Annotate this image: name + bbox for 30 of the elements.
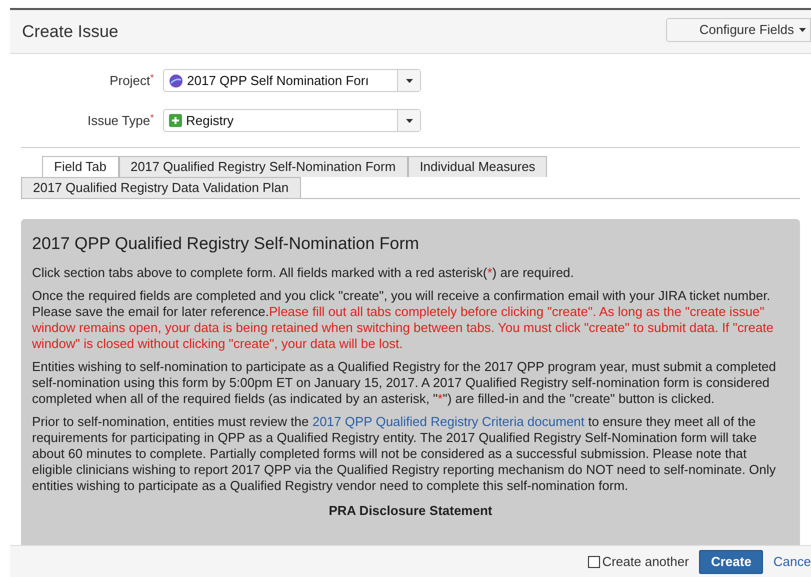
checkbox[interactable] <box>588 556 600 568</box>
tab[interactable]: Individual Measures <box>408 156 548 177</box>
globe-icon <box>169 74 183 88</box>
checkbox-label: Create another <box>602 552 689 571</box>
criteria-link[interactable]: 2017 QPP Qualified Registry Criteria document <box>312 414 585 428</box>
cancel-link[interactable]: Cance <box>773 552 811 572</box>
field-label: Issue Type <box>87 112 150 128</box>
caret-icon <box>406 78 412 82</box>
required-asterisk: * <box>150 72 154 84</box>
plus-icon <box>169 114 182 127</box>
paragraph: Entities wishing to self-nomination to participate as a Qualified Registry for the 2017 QPP program year, must submit a completed self-nomination using this form by 5:00pm ET on January 15, 2017. A 2017 Qualified Registry self-nomination form is considered completed when all of the required fields (as indicated by an asterisk, "*") are filled-in and the "create" button is clicked. <box>32 358 778 406</box>
select-field[interactable]: Registry <box>163 109 421 132</box>
paragraph: Prior to self-nomination, entities must review the 2017 QPP Qualified Registry Criteria document to ensure they meet all of the requirements for participating in QPP as a Qualified Registry entity. The 2017 Qualified Registry Self-Nomination form will take about 60 minutes to complete. Partially completed forms will not be considered as a successful submission. Please note that eligible clinicians wishing to report 2017 QPP via the Qualified Registry reporting mechanism do NOT need to self-nominate. Only entities wishing to participate as a Qualified Registry vendor need to complete this self-nomination form. <box>32 414 777 494</box>
tab[interactable]: Field Tab <box>42 156 119 177</box>
required-asterisk: * <box>150 112 154 124</box>
paragraph: Click section tabs above to complete form. All fields marked with a red asterisk(*) are required. <box>32 264 575 280</box>
form-heading: 2017 QPP Qualified Registry Self-Nomination Form <box>32 233 420 255</box>
caret-icon <box>799 28 806 32</box>
paragraph: Once the required fields are completed and you click "create", you will receive a confirmation email with your JIRA ticket number. Please save the email for later reference.Please fill out all tabs completely before clicking "create". As long as the "create issue" window remains open, your data is being retained when switching between tabs. You must click "create" to submit data. If "create window" is closed without clicking "create", your data will be lost. <box>32 288 775 352</box>
tab[interactable]: 2017 Qualified Registry Data Validation Plan <box>21 177 301 198</box>
select-value: Registry <box>186 112 234 130</box>
tab[interactable]: 2017 Qualified Registry Self-Nomination Form <box>118 156 408 177</box>
field-label: Project <box>110 72 150 88</box>
select-field[interactable]: 2017 QPP Self Nomination Forı <box>163 69 421 92</box>
section-heading: PRA Disclosure Statement <box>328 502 494 520</box>
create-button[interactable]: Create <box>698 550 764 574</box>
select-value: 2017 QPP Self Nomination Forı <box>187 72 369 90</box>
configure-fields-button[interactable]: Configure Fields <box>666 18 811 42</box>
caret-icon <box>406 118 412 122</box>
dialog-title: Create Issue <box>22 20 118 43</box>
